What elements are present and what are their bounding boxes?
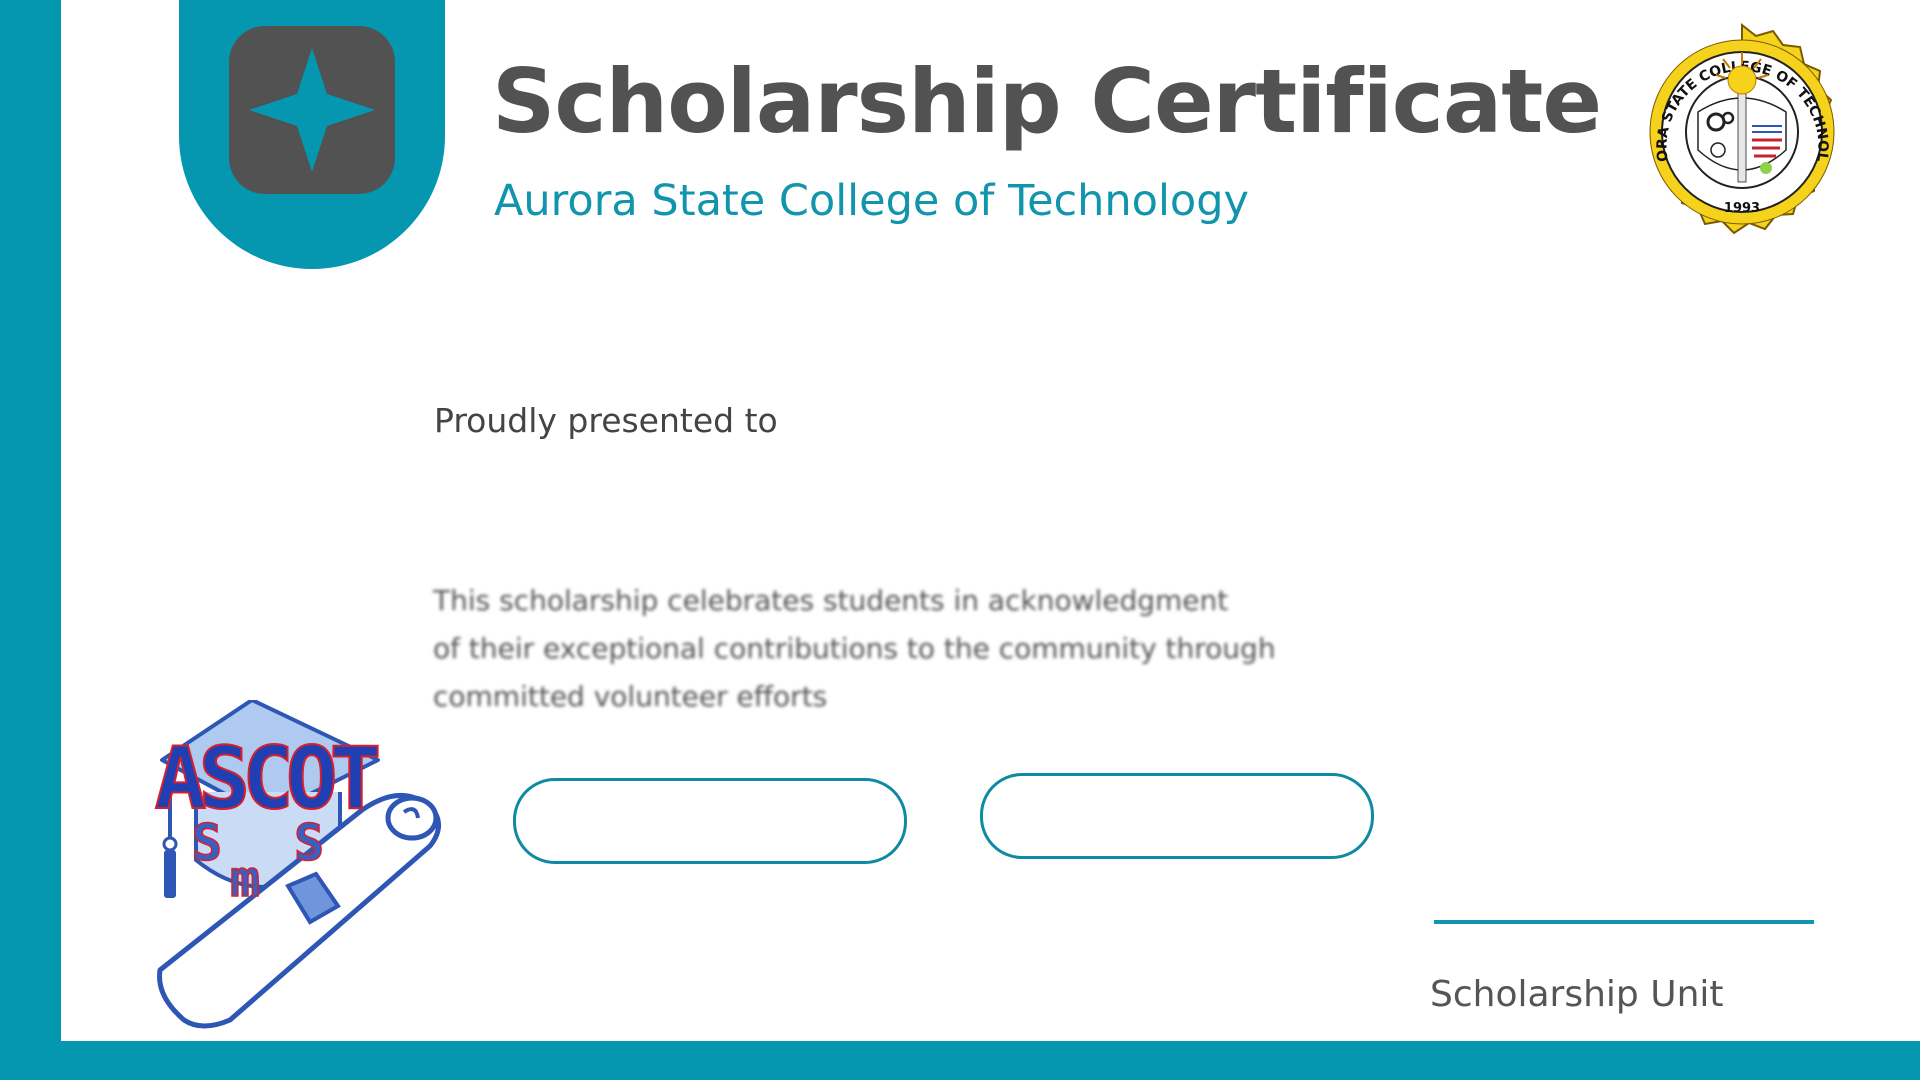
presented-to-label: Proudly presented to [434,401,778,440]
certificate-title: Scholarship Certificate [492,50,1602,153]
institution-name: Aurora State College of Technology [494,176,1249,226]
certificate-description: This scholarship celebrates students in … [433,577,1393,721]
logo-letter: S [294,814,324,872]
description-line: committed volunteer efforts [433,680,828,713]
signatory-label: Scholarship Unit [1430,974,1724,1015]
bottom-accent-bar [0,1041,1920,1080]
college-seal-icon: AURORA STATE COLLEGE OF TECHNOLOGY 1993 [1630,22,1835,235]
logo-letter: S [192,814,222,872]
signature-field-1 [513,778,907,864]
description-line: of their exceptional contributions to th… [433,632,1276,665]
signature-field-2 [980,773,1374,859]
logo-letter: m [230,850,260,908]
left-accent-bar [0,0,61,1080]
logo-wordmark: ASCOT [155,729,378,829]
description-line: This scholarship celebrates students in … [433,584,1229,617]
seal-year: 1993 [1724,201,1760,216]
signature-line [1434,920,1814,924]
four-point-star-icon [229,26,395,194]
ascot-sms-logo: ASCOT S m S [154,700,441,1029]
